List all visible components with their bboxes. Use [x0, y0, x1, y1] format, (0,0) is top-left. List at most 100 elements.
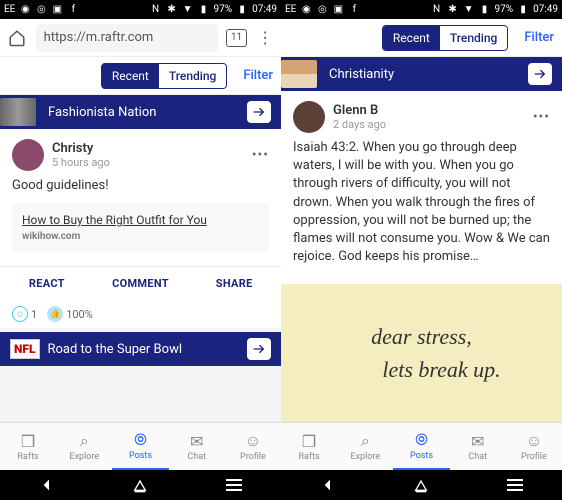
comment-button[interactable]: COMMENT	[94, 277, 188, 290]
link-title: How to Buy the Right Outfit for You	[22, 213, 259, 227]
search-icon: ⌕	[74, 431, 94, 451]
post-menu-icon[interactable]: •••	[252, 147, 269, 163]
feed-tabs: Recent Trending Filter	[0, 57, 281, 95]
post-card: Christy 5 hours ago ••• Good guidelines!…	[0, 129, 281, 266]
post-actions: REACT COMMENT SHARE	[0, 266, 281, 300]
nfc-icon: N	[150, 4, 162, 16]
nav-rafts[interactable]: ❒Rafts	[0, 423, 56, 470]
post-author[interactable]: Glenn B	[333, 103, 386, 118]
home-icon[interactable]	[6, 27, 28, 49]
arrow-right-icon[interactable]	[247, 101, 271, 123]
nav-profile[interactable]: ☺Profile	[225, 423, 281, 470]
app-icon: ◉	[19, 4, 31, 16]
avatar[interactable]	[12, 139, 44, 171]
home-button[interactable]	[401, 477, 441, 493]
browser-url-bar: 11 ⋮	[0, 19, 281, 57]
search-icon: ⌕	[355, 431, 375, 451]
nfl-badge: NFL	[10, 339, 40, 359]
feed-icon: ⦾	[131, 430, 151, 450]
group-thumbnail	[281, 60, 317, 88]
feed-tabs: Recent Trending Filter	[281, 19, 562, 57]
tab-trending[interactable]: Trending	[440, 26, 507, 50]
battery-icon: ▮	[517, 4, 529, 16]
arrow-right-icon[interactable]	[528, 63, 552, 85]
nav-profile[interactable]: ☺Profile	[506, 423, 562, 470]
nav-posts[interactable]: ⦾Posts	[393, 423, 449, 470]
group-title: Road to the Super Bowl	[48, 342, 183, 357]
profile-icon: ☺	[243, 431, 263, 451]
wifi-icon: ▼	[463, 4, 475, 16]
bottom-nav: ❒Rafts ⌕Explore ⦾Posts ✉Chat ☺Profile	[281, 422, 562, 470]
group-thumbnail	[0, 98, 36, 126]
chat-icon: ✉	[187, 431, 207, 451]
post-menu-icon[interactable]: •••	[533, 109, 550, 125]
post-body: Good guidelines!	[12, 177, 269, 195]
tab-trending[interactable]: Trending	[159, 64, 226, 88]
group-header-superbowl[interactable]: NFL Road to the Super Bowl	[0, 332, 281, 366]
browser-menu-icon[interactable]: ⋮	[255, 28, 275, 47]
feed-icon: ⦾	[412, 430, 432, 450]
back-button[interactable]	[308, 477, 348, 493]
carrier-label: EE	[4, 4, 15, 15]
app-icon: ◉	[300, 4, 312, 16]
reaction-count[interactable]: ☺1	[12, 306, 37, 322]
bluetooth-icon: ✱	[166, 4, 178, 16]
signal-icon: ▮	[198, 4, 210, 16]
app-icon: f	[348, 4, 360, 16]
group-title: Fashionista Nation	[48, 105, 156, 120]
carrier-label: EE	[285, 4, 296, 15]
post-timestamp: 5 hours ago	[52, 156, 110, 169]
nav-chat[interactable]: ✉Chat	[450, 423, 506, 470]
post-card: Glenn B 2 days ago ••• Isaiah 43:2. When…	[281, 91, 562, 284]
bottom-nav: ❒Rafts ⌕Explore ⦾Posts ✉Chat ☺Profile	[0, 422, 281, 470]
reactions-summary: ☺1 👍100%	[0, 300, 281, 328]
battery-icon: ▮	[236, 4, 248, 16]
tab-count[interactable]: 11	[226, 29, 248, 47]
nav-explore[interactable]: ⌕Explore	[337, 423, 393, 470]
back-button[interactable]	[27, 477, 67, 493]
android-nav-bar	[0, 470, 281, 500]
chat-icon: ✉	[468, 431, 488, 451]
post-author[interactable]: Christy	[52, 141, 110, 156]
filter-button[interactable]: Filter	[524, 30, 554, 45]
filter-button[interactable]: Filter	[243, 68, 273, 83]
post-body: Isaiah 43:2. When you go through deep wa…	[293, 139, 550, 266]
group-header-christianity[interactable]: Christianity	[281, 57, 562, 91]
nav-chat[interactable]: ✉Chat	[169, 423, 225, 470]
tab-recent[interactable]: Recent	[102, 64, 159, 88]
tab-recent[interactable]: Recent	[383, 26, 440, 50]
app-icon: ◎	[35, 4, 47, 16]
nfc-icon: N	[431, 4, 443, 16]
nav-rafts[interactable]: ❒Rafts	[281, 423, 337, 470]
avatar[interactable]	[293, 101, 325, 133]
status-bar: EE ◉ ◎ ▣ f N ✱ ▼ ▮ 97% ▮ 07:49	[281, 0, 562, 19]
post-timestamp: 2 days ago	[333, 118, 386, 131]
app-icon: ◎	[316, 4, 328, 16]
home-button[interactable]	[120, 477, 160, 493]
clock: 07:49	[252, 4, 277, 15]
image-text-line2: lets break up.	[382, 353, 500, 386]
signal-icon: ▮	[479, 4, 491, 16]
nav-posts[interactable]: ⦾Posts	[112, 423, 168, 470]
post-image[interactable]: dear stress, lets break up.	[281, 284, 562, 422]
battery-percent: 97%	[214, 4, 233, 15]
recent-apps-button[interactable]	[214, 479, 254, 491]
app-icon: ▣	[51, 4, 63, 16]
recent-apps-button[interactable]	[495, 479, 535, 491]
leaf-icon: ❒	[18, 431, 38, 451]
app-icon: ▣	[332, 4, 344, 16]
arrow-right-icon[interactable]	[247, 338, 271, 360]
battery-percent: 97%	[495, 4, 514, 15]
status-bar: EE ◉ ◎ ▣ f N ✱ ▼ ▮ 97% ▮ 07:49	[0, 0, 281, 19]
app-icon: f	[67, 4, 79, 16]
image-text-line1: dear stress,	[371, 320, 472, 353]
group-header-fashionista[interactable]: Fashionista Nation	[0, 95, 281, 129]
link-preview[interactable]: How to Buy the Right Outfit for You wiki…	[12, 203, 269, 252]
nav-explore[interactable]: ⌕Explore	[56, 423, 112, 470]
url-input[interactable]	[36, 24, 218, 52]
react-button[interactable]: REACT	[0, 277, 94, 290]
profile-icon: ☺	[524, 431, 544, 451]
share-button[interactable]: SHARE	[187, 277, 281, 290]
wifi-icon: ▼	[182, 4, 194, 16]
link-source: wikihow.com	[22, 231, 259, 242]
